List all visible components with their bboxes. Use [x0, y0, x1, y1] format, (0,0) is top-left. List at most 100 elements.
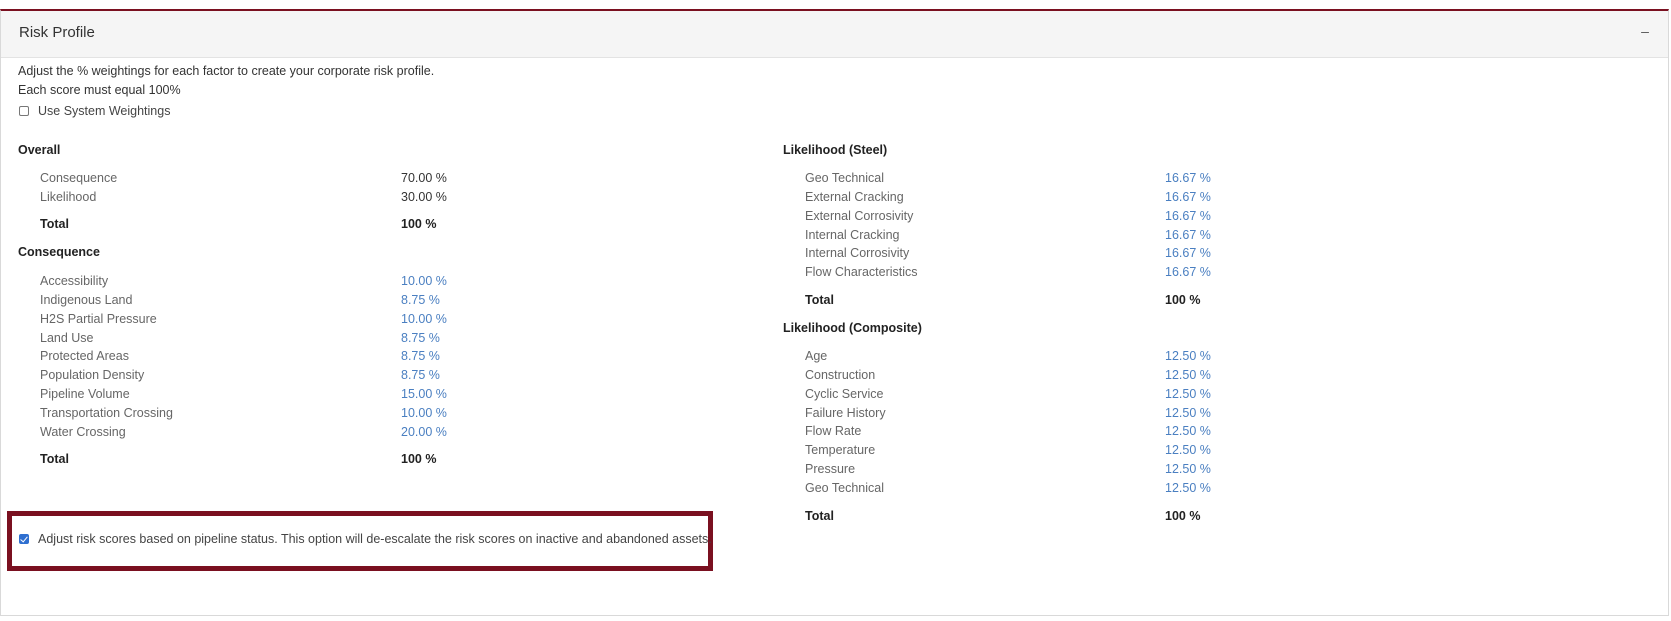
likelihood-composite-total-row: Total 100 % [805, 507, 1405, 526]
row-weight-value[interactable]: 20.00 % [401, 423, 447, 442]
consequence-row: Accessibility 10.00 % [40, 272, 640, 291]
row-label: Flow Characteristics [805, 265, 918, 280]
row-weight-value: 30.00 % [401, 190, 447, 204]
intro-text: Adjust the % weightings for each factor … [18, 62, 434, 100]
likelihood-composite-title: Likelihood (Composite) [783, 321, 922, 335]
overall-row: Consequence 70.00 % [40, 169, 640, 188]
row-weight-value[interactable]: 12.50 % [1165, 385, 1211, 404]
consequence-row: Protected Areas 8.75 % [40, 347, 640, 366]
row-label: Pressure [805, 462, 856, 477]
panel-header[interactable]: Risk Profile – [1, 11, 1668, 58]
row-label: Construction [805, 367, 876, 382]
row-weight-value[interactable]: 10.00 % [401, 310, 447, 329]
row-label: Cyclic Service [805, 386, 884, 401]
likelihood-steel-row: Flow Characteristics 16.67 % [805, 263, 1405, 282]
likelihood-composite-row: Cyclic Service 12.50 % [805, 385, 1405, 404]
pipeline-status-label[interactable]: Adjust risk scores based on pipeline sta… [38, 532, 712, 546]
total-label: Total [805, 293, 834, 307]
row-weight-value[interactable]: 10.00 % [401, 272, 447, 291]
row-weight-value[interactable]: 16.67 % [1165, 207, 1211, 226]
likelihood-composite-row: Temperature 12.50 % [805, 441, 1405, 460]
row-weight-value[interactable]: 16.67 % [1165, 188, 1211, 207]
row-label: Indigenous Land [40, 292, 133, 307]
row-label: External Cracking [805, 189, 904, 204]
row-label: H2S Partial Pressure [40, 311, 157, 326]
pipeline-status-checkbox[interactable] [19, 534, 29, 544]
intro-line-1: Adjust the % weightings for each factor … [18, 64, 435, 78]
row-label: Failure History [805, 405, 886, 420]
row-weight-value[interactable]: 8.75 % [401, 347, 440, 366]
likelihood-steel-total-row: Total 100 % [805, 291, 1405, 310]
likelihood-composite-row: Pressure 12.50 % [805, 460, 1405, 479]
likelihood-steel-row: External Cracking 16.67 % [805, 188, 1405, 207]
overall-row: Likelihood 30.00 % [40, 188, 640, 207]
row-label: Flow Rate [805, 424, 862, 439]
likelihood-steel-row: Internal Corrosivity 16.67 % [805, 244, 1405, 263]
row-label: Protected Areas [40, 349, 129, 364]
total-label: Total [40, 452, 69, 466]
row-label: Accessibility [40, 274, 109, 288]
likelihood-steel-row: Internal Cracking 16.67 % [805, 226, 1405, 245]
row-label: Internal Corrosivity [805, 246, 910, 261]
row-weight-value[interactable]: 12.50 % [1165, 366, 1211, 385]
pipeline-status-row: Adjust risk scores based on pipeline sta… [19, 532, 712, 546]
row-label: External Corrosivity [805, 208, 914, 223]
likelihood-composite-row: Flow Rate 12.50 % [805, 422, 1405, 441]
row-weight-value[interactable]: 16.67 % [1165, 263, 1211, 282]
overall-total-row: Total 100 % [40, 215, 640, 234]
consequence-title: Consequence [18, 245, 100, 259]
consequence-row: Indigenous Land 8.75 % [40, 291, 640, 310]
row-label: Temperature [805, 443, 876, 458]
row-weight-value[interactable]: 8.75 % [401, 291, 440, 310]
likelihood-steel-title: Likelihood (Steel) [783, 143, 888, 157]
row-label: Transportation Crossing [40, 405, 173, 420]
row-weight-value[interactable]: 16.67 % [1165, 244, 1211, 263]
row-label: Pipeline Volume [40, 387, 130, 402]
row-label: Likelihood [40, 190, 97, 204]
row-weight-value: 70.00 % [401, 171, 447, 185]
row-weight-value[interactable]: 12.50 % [1165, 422, 1211, 441]
likelihood-composite-row: Construction 12.50 % [805, 366, 1405, 385]
total-value: 100 % [401, 217, 437, 231]
system-weightings-label[interactable]: Use System Weightings [38, 104, 170, 118]
row-weight-value[interactable]: 12.50 % [1165, 347, 1211, 366]
row-weight-value[interactable]: 8.75 % [401, 366, 440, 385]
likelihood-composite-row: Failure History 12.50 % [805, 404, 1405, 423]
consequence-row: Transportation Crossing 10.00 % [40, 404, 640, 423]
total-label: Total [40, 217, 69, 231]
likelihood-composite-row: Geo Technical 12.50 % [805, 479, 1405, 498]
panel-title: Risk Profile [19, 24, 95, 41]
system-weightings-row: Use System Weightings [19, 104, 170, 118]
row-weight-value[interactable]: 16.67 % [1165, 226, 1211, 245]
likelihood-steel-row: Geo Technical 16.67 % [805, 169, 1405, 188]
overall-title: Overall [18, 143, 61, 157]
row-label: Consequence [40, 171, 118, 185]
row-label: Land Use [40, 330, 94, 345]
row-label: Geo Technical [805, 480, 884, 495]
row-weight-value[interactable]: 16.67 % [1165, 169, 1211, 188]
row-label: Population Density [40, 368, 145, 383]
row-weight-value[interactable]: 12.50 % [1165, 460, 1211, 479]
row-weight-value[interactable]: 15.00 % [401, 385, 447, 404]
total-value: 100 % [1165, 293, 1201, 307]
consequence-total-row: Total 100 % [40, 450, 640, 469]
total-label: Total [805, 509, 834, 523]
row-label: Age [805, 349, 828, 363]
likelihood-composite-row: Age 12.50 % [805, 347, 1405, 366]
intro-line-2: Each score must equal 100% [18, 83, 181, 97]
row-weight-value[interactable]: 12.50 % [1165, 404, 1211, 423]
row-weight-value[interactable]: 10.00 % [401, 404, 447, 423]
row-label: Internal Cracking [805, 227, 900, 242]
row-weight-value[interactable]: 8.75 % [401, 329, 440, 348]
row-label: Geo Technical [805, 171, 884, 185]
row-weight-value[interactable]: 12.50 % [1165, 441, 1211, 460]
row-weight-value[interactable]: 12.50 % [1165, 479, 1211, 498]
consequence-row: Population Density 8.75 % [40, 366, 640, 385]
consequence-row: Land Use 8.75 % [40, 329, 640, 348]
total-value: 100 % [1165, 509, 1201, 523]
row-label: Water Crossing [40, 424, 126, 439]
system-weightings-checkbox[interactable] [19, 106, 29, 116]
collapse-icon[interactable]: – [1636, 22, 1654, 40]
total-value: 100 % [401, 452, 437, 466]
consequence-row: Water Crossing 20.00 % [40, 423, 640, 442]
